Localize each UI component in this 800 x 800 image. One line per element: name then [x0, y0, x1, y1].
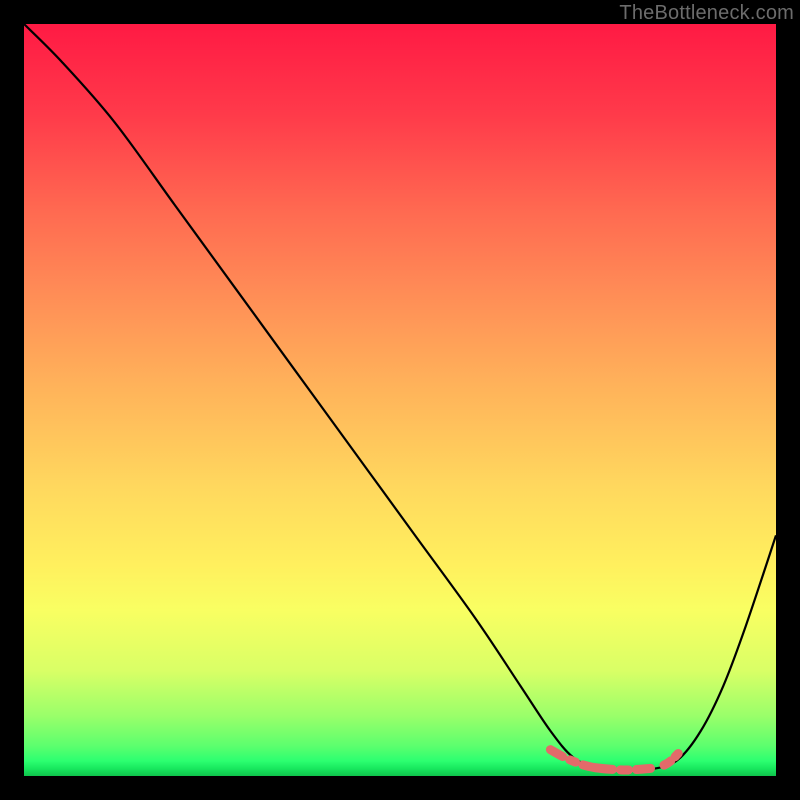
plot-area [24, 24, 776, 776]
bottleneck-curve [24, 24, 776, 770]
chart-container: TheBottleneck.com [0, 0, 800, 800]
curve-group [24, 24, 776, 770]
watermark-label: TheBottleneck.com [619, 2, 794, 25]
chart-svg [24, 24, 776, 776]
